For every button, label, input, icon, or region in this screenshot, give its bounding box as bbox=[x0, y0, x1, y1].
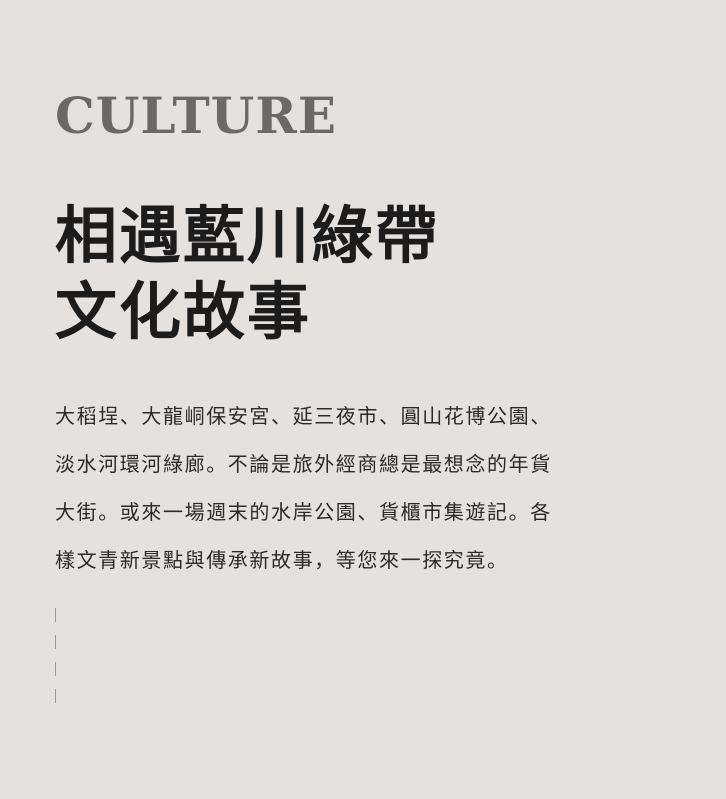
dashed-divider bbox=[55, 608, 56, 704]
headline-line: 文化故事 bbox=[55, 275, 312, 348]
description-line: 樣文青新景點與傳承新故事，等您來一探究竟。 bbox=[55, 548, 509, 572]
section-eyebrow: CULTURE bbox=[55, 86, 337, 145]
section-description: 大稻埕、大龍峒保安宮、延三夜市、圓山花博公園、 淡水河環河綠廊。不論是旅外經商總… bbox=[55, 392, 655, 584]
description-line: 淡水河環河綠廊。不論是旅外經商總是最想念的年貨 bbox=[55, 452, 552, 476]
section-headline: 相遇藍川綠帶 文化故事 bbox=[55, 198, 439, 350]
description-line: 大稻埕、大龍峒保安宮、延三夜市、圓山花博公園、 bbox=[55, 404, 552, 428]
description-line: 大街。或來一場週末的水岸公園、貨櫃市集遊記。各 bbox=[55, 500, 552, 524]
headline-line: 相遇藍川綠帶 bbox=[55, 199, 440, 272]
